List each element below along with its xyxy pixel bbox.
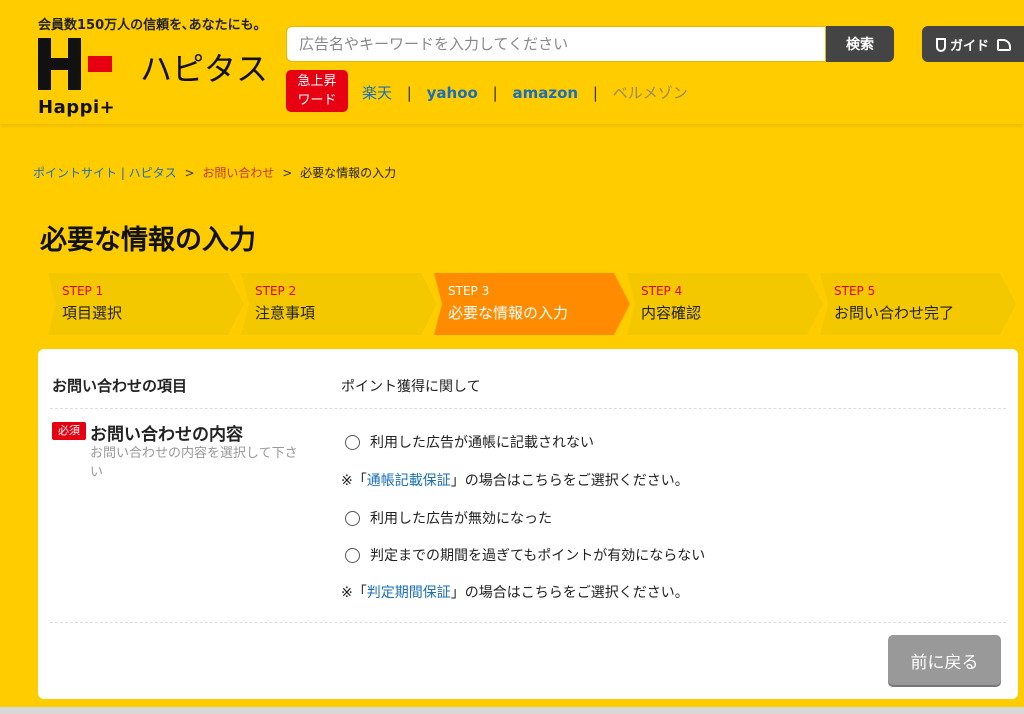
option-not-recorded[interactable]: 利用した広告が通帳に記載されない <box>345 432 594 452</box>
inquiry-item-value: ポイント獲得に関して <box>341 379 481 395</box>
back-button[interactable]: 前に戻る <box>888 635 1001 685</box>
happi-logo-icon[interactable] <box>38 38 118 90</box>
step-number: STEP 2 <box>255 284 297 298</box>
inquiry-item-label: お問い合わせの項目 <box>52 377 188 395</box>
note-suffix: 」の場合はこちらをご選択ください。 <box>450 585 689 601</box>
trend-separator: | <box>592 84 598 102</box>
note-passbook-guarantee: ※「通帳記載保証」の場合はこちらをご選択ください。 <box>341 470 689 490</box>
trend-links: 楽天 | yahoo | amazon | ベルメゾン <box>362 82 688 103</box>
inquiry-content-label: お問い合わせの内容 <box>90 425 243 445</box>
site-header: 会員数150万人の信頼を､あなたにも｡ Happi+ ハピタス 検索 ガイド 急… <box>0 0 1024 124</box>
option-period-exceeded[interactable]: 判定までの期間を過ぎてもポイントが有効にならない <box>345 545 705 565</box>
search-input[interactable] <box>286 26 826 62</box>
option-invalidated[interactable]: 利用した広告が無効になった <box>345 508 552 528</box>
step-title: 内容確認 <box>641 304 702 322</box>
option-label: 利用した広告が通帳に記載されない <box>370 435 594 451</box>
breadcrumb-inquiry[interactable]: お問い合わせ <box>202 166 274 180</box>
breadcrumb-current: 必要な情報の入力 <box>300 166 397 180</box>
trend-separator: | <box>492 84 498 102</box>
trend-link-yahoo[interactable]: yahoo <box>427 84 478 102</box>
period-guarantee-link[interactable]: 判定期間保証 <box>367 585 451 601</box>
note-prefix: ※「 <box>341 585 367 601</box>
rising-badge-line1: 急上昇 <box>297 74 337 89</box>
option-label: 利用した広告が無効になった <box>370 511 552 527</box>
inquiry-content-help: お問い合わせの内容を選択して下さい <box>90 446 298 480</box>
step-title: 必要な情報の入力 <box>448 304 569 322</box>
rising-badge-line2: ワード <box>297 93 337 108</box>
required-badge: 必須 <box>52 422 86 440</box>
passbook-guarantee-link[interactable]: 通帳記載保証 <box>367 473 451 489</box>
trend-link-rakuten[interactable]: 楽天 <box>362 84 392 102</box>
trend-link-amazon[interactable]: amazon <box>512 84 578 102</box>
trend-separator: | <box>406 84 412 102</box>
step-title: 注意事項 <box>255 304 316 322</box>
step-title: 項目選択 <box>62 304 123 322</box>
step-number: STEP 3 <box>448 284 490 298</box>
page-title: 必要な情報の入力 <box>40 225 256 256</box>
breadcrumb: ポイントサイト | ハピタス > お問い合わせ > 必要な情報の入力 <box>33 164 396 181</box>
step-4: STEP 4 内容確認 <box>627 273 823 335</box>
trend-link-bellemaison[interactable]: ベルメゾン <box>613 84 688 102</box>
logo-wordmark: Happi+ <box>38 97 116 118</box>
step-number: STEP 5 <box>834 284 876 298</box>
step-title: お問い合わせ完了 <box>834 304 955 322</box>
row-divider <box>50 408 1006 409</box>
note-suffix: 」の場合はこちらをご選択ください。 <box>450 473 689 489</box>
step-5: STEP 5 お問い合わせ完了 <box>820 273 1016 335</box>
radio-button[interactable] <box>345 435 360 450</box>
breadcrumb-separator: > <box>282 166 293 180</box>
site-tagline: 会員数150万人の信頼を､あなたにも｡ <box>38 18 261 33</box>
step-1: STEP 1 項目選択 <box>48 273 244 335</box>
guide-button[interactable]: ガイド <box>922 26 1024 62</box>
logo-katakana: ハピタス <box>140 50 269 88</box>
step-number: STEP 1 <box>62 284 104 298</box>
radio-button[interactable] <box>345 548 360 563</box>
step-2: STEP 2 注意事項 <box>241 273 437 335</box>
bottom-scroll-strip <box>0 707 1024 714</box>
rising-words-badge: 急上昇 ワード <box>286 70 348 112</box>
breadcrumb-separator: > <box>184 166 195 180</box>
search-button[interactable]: 検索 <box>826 26 894 62</box>
note-prefix: ※「 <box>341 473 367 489</box>
inquiry-form-panel: お問い合わせの項目 ポイント獲得に関して 必須 お問い合わせの内容 お問い合わせ… <box>38 349 1018 699</box>
guide-label: ガイド <box>950 39 990 54</box>
row-divider <box>50 622 1006 623</box>
step-indicator: STEP 1 項目選択 STEP 2 注意事項 STEP 3 必要な情報の入力 … <box>48 273 1016 335</box>
option-label: 判定までの期間を過ぎてもポイントが有効にならない <box>370 548 706 564</box>
note-period-guarantee: ※「判定期間保証」の場合はこちらをご選択ください。 <box>341 582 689 602</box>
radio-button[interactable] <box>345 511 360 526</box>
shield-icon <box>936 38 946 52</box>
tag-icon <box>997 39 1012 51</box>
step-number: STEP 4 <box>641 284 683 298</box>
breadcrumb-home[interactable]: ポイントサイト | ハピタス <box>33 166 177 180</box>
step-3: STEP 3 必要な情報の入力 <box>434 273 630 335</box>
